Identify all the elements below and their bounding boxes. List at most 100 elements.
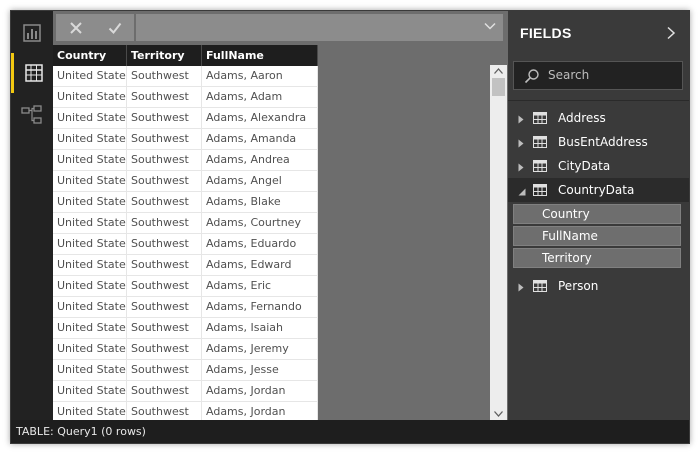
table-row[interactable]: United States Southwest Adams, Courtney (53, 213, 318, 234)
commit-formula-button[interactable] (95, 14, 134, 41)
table-item-countrydata[interactable]: CountryData (508, 178, 689, 202)
caret-expanded-icon[interactable] (518, 185, 526, 199)
report-view-button[interactable] (11, 13, 53, 53)
scroll-up-button[interactable] (490, 65, 507, 77)
cell-fullname[interactable]: Adams, Isaiah (202, 318, 318, 338)
cell-fullname[interactable]: Adams, Fernando (202, 297, 318, 317)
caret-collapsed-icon[interactable] (518, 161, 524, 175)
cell-territory[interactable]: Southwest (127, 276, 202, 296)
table-row[interactable]: United States Southwest Adams, Jesse (53, 360, 318, 381)
cell-country[interactable]: United States (53, 213, 127, 233)
cell-fullname[interactable]: Adams, Eduardo (202, 234, 318, 254)
cell-fullname[interactable]: Adams, Jordan (202, 402, 318, 420)
cell-fullname[interactable]: Adams, Adam (202, 87, 318, 107)
column-header-country[interactable]: Country (53, 45, 127, 66)
table-item-busentaddress[interactable]: BusEntAddress (508, 130, 689, 154)
cell-country[interactable]: United States (53, 150, 127, 170)
cell-country[interactable]: United States (53, 66, 127, 86)
cell-territory[interactable]: Southwest (127, 213, 202, 233)
cell-territory[interactable]: Southwest (127, 129, 202, 149)
cell-fullname[interactable]: Adams, Amanda (202, 129, 318, 149)
table-row[interactable]: United States Southwest Adams, Aaron (53, 66, 318, 87)
table-row[interactable]: United States Southwest Adams, Isaiah (53, 318, 318, 339)
cell-fullname[interactable]: Adams, Aaron (202, 66, 318, 86)
cell-territory[interactable]: Southwest (127, 360, 202, 380)
cell-territory[interactable]: Southwest (127, 318, 202, 338)
field-item-territory[interactable]: Territory (513, 248, 681, 268)
cell-fullname[interactable]: Adams, Jordan (202, 381, 318, 401)
cell-territory[interactable]: Southwest (127, 108, 202, 128)
cell-territory[interactable]: Southwest (127, 192, 202, 212)
cell-territory[interactable]: Southwest (127, 234, 202, 254)
cell-territory[interactable]: Southwest (127, 255, 202, 275)
cell-territory[interactable]: Southwest (127, 150, 202, 170)
table-row[interactable]: United States Southwest Adams, Fernando (53, 297, 318, 318)
table-row[interactable]: United States Southwest Adams, Alexandra (53, 108, 318, 129)
cell-fullname[interactable]: Adams, Andrea (202, 150, 318, 170)
cell-fullname[interactable]: Adams, Edward (202, 255, 318, 275)
relationships-icon (21, 105, 42, 124)
cell-fullname[interactable]: Adams, Eric (202, 276, 318, 296)
caret-collapsed-icon[interactable] (518, 281, 524, 295)
cell-country[interactable]: United States (53, 192, 127, 212)
table-row[interactable]: United States Southwest Adams, Jordan (53, 381, 318, 402)
field-item-fullname[interactable]: FullName (513, 226, 681, 246)
table-row[interactable]: United States Southwest Adams, Amanda (53, 129, 318, 150)
table-row[interactable]: United States Southwest Adams, Edward (53, 255, 318, 276)
app-window: Country Territory FullName United States… (10, 10, 690, 444)
cell-territory[interactable]: Southwest (127, 87, 202, 107)
caret-collapsed-icon[interactable] (518, 113, 524, 127)
cell-territory[interactable]: Southwest (127, 381, 202, 401)
cell-country[interactable]: United States (53, 297, 127, 317)
cell-fullname[interactable]: Adams, Jesse (202, 360, 318, 380)
cell-country[interactable]: United States (53, 402, 127, 420)
cell-country[interactable]: United States (53, 108, 127, 128)
cell-country[interactable]: United States (53, 318, 127, 338)
table-item-person[interactable]: Person (508, 274, 689, 298)
cell-country[interactable]: United States (53, 255, 127, 275)
relationships-view-button[interactable] (11, 95, 53, 135)
formula-input[interactable] (136, 14, 503, 41)
cell-country[interactable]: United States (53, 171, 127, 191)
cell-country[interactable]: United States (53, 360, 127, 380)
cell-country[interactable]: United States (53, 381, 127, 401)
cell-country[interactable]: United States (53, 234, 127, 254)
cell-territory[interactable]: Southwest (127, 339, 202, 359)
fields-search-box[interactable]: Search (513, 61, 683, 90)
cell-territory[interactable]: Southwest (127, 402, 202, 420)
caret-collapsed-icon[interactable] (518, 137, 524, 151)
table-item-citydata[interactable]: CityData (508, 154, 689, 178)
cell-country[interactable]: United States (53, 339, 127, 359)
table-row[interactable]: United States Southwest Adams, Andrea (53, 150, 318, 171)
table-row[interactable]: United States Southwest Adams, Jeremy (53, 339, 318, 360)
field-item-country[interactable]: Country (513, 204, 681, 224)
cell-territory[interactable]: Southwest (127, 297, 202, 317)
cell-country[interactable]: United States (53, 276, 127, 296)
cell-territory[interactable]: Southwest (127, 171, 202, 191)
table-row[interactable]: United States Southwest Adams, Blake (53, 192, 318, 213)
column-header-territory[interactable]: Territory (127, 45, 202, 66)
chevron-right-icon[interactable] (665, 26, 677, 40)
table-item-address[interactable]: Address (508, 106, 689, 130)
cell-fullname[interactable]: Adams, Blake (202, 192, 318, 212)
vertical-scrollbar[interactable] (490, 65, 507, 420)
table-row[interactable]: United States Southwest Adams, Adam (53, 87, 318, 108)
table-row[interactable]: United States Southwest Adams, Eduardo (53, 234, 318, 255)
cell-fullname[interactable]: Adams, Alexandra (202, 108, 318, 128)
chevron-down-icon[interactable] (483, 19, 497, 33)
cell-fullname[interactable]: Adams, Courtney (202, 213, 318, 233)
scroll-thumb[interactable] (492, 78, 505, 96)
cell-country[interactable]: United States (53, 129, 127, 149)
cancel-formula-button[interactable] (56, 14, 95, 41)
cell-fullname[interactable]: Adams, Jeremy (202, 339, 318, 359)
cell-territory[interactable]: Southwest (127, 66, 202, 86)
table-row[interactable]: United States Southwest Adams, Angel (53, 171, 318, 192)
table-row[interactable]: United States Southwest Adams, Jordan (53, 402, 318, 420)
table-icon (533, 160, 547, 175)
cell-fullname[interactable]: Adams, Angel (202, 171, 318, 191)
scroll-down-button[interactable] (490, 408, 507, 420)
cell-country[interactable]: United States (53, 87, 127, 107)
table-row[interactable]: United States Southwest Adams, Eric (53, 276, 318, 297)
data-view-button[interactable] (11, 53, 53, 93)
column-header-fullname[interactable]: FullName (202, 45, 318, 66)
